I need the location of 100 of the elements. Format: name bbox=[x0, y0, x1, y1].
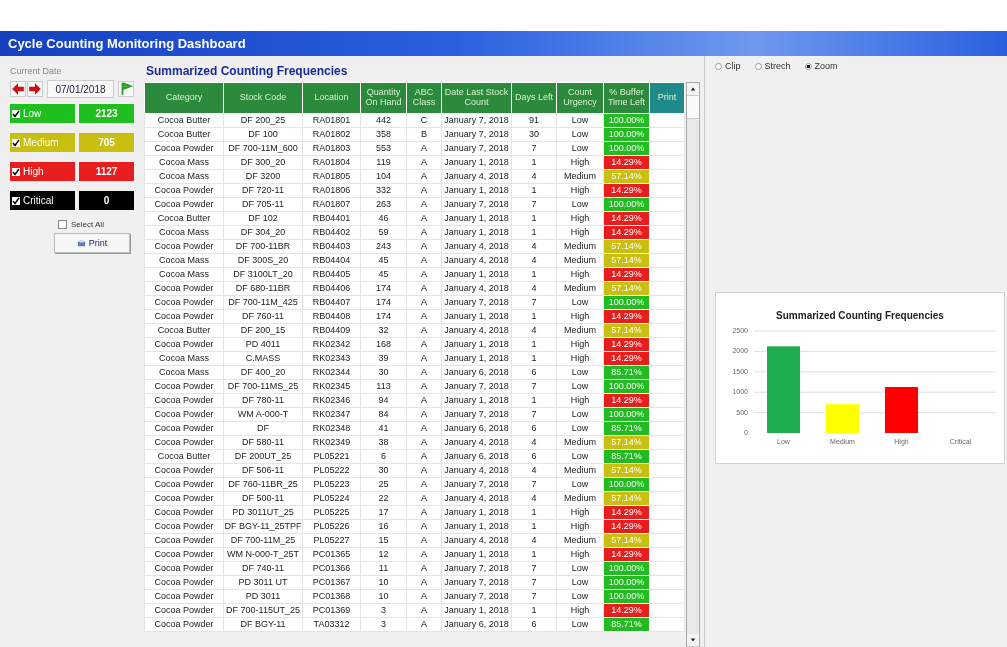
filter-label[interactable]: High bbox=[10, 162, 75, 181]
print-cell[interactable] bbox=[649, 239, 685, 254]
table-cell: A bbox=[406, 253, 442, 268]
select-all-checkbox[interactable] bbox=[58, 220, 67, 229]
print-cell[interactable] bbox=[649, 449, 685, 464]
column-header[interactable]: Days Left bbox=[511, 82, 557, 114]
table-cell: January 4, 2018 bbox=[441, 239, 512, 254]
print-cell[interactable] bbox=[649, 211, 685, 226]
table-cell: DF 760-11BR_25 bbox=[223, 477, 303, 492]
left-arrow-icon[interactable] bbox=[10, 81, 26, 97]
scroll-thumb[interactable] bbox=[687, 96, 699, 119]
column-header[interactable]: Count Urgency bbox=[556, 82, 604, 114]
print-cell[interactable] bbox=[649, 435, 685, 450]
print-cell[interactable] bbox=[649, 575, 685, 590]
table-cell: 25 bbox=[360, 477, 407, 492]
checkbox[interactable] bbox=[12, 138, 20, 147]
table-cell: DF 200UT_25 bbox=[223, 449, 303, 464]
table-cell: 1 bbox=[511, 225, 557, 240]
view-radio[interactable]: Strech bbox=[754, 60, 791, 72]
scrollbar[interactable] bbox=[686, 82, 700, 647]
flag-icon[interactable] bbox=[118, 81, 134, 97]
table-cell: PL05227 bbox=[302, 533, 361, 548]
table-cell: High bbox=[556, 393, 604, 408]
print-cell[interactable] bbox=[649, 533, 685, 548]
table-cell: Cocoa Powder bbox=[144, 295, 224, 310]
filter-label[interactable]: Low bbox=[10, 104, 75, 123]
table-cell: Cocoa Mass bbox=[144, 253, 224, 268]
table-cell: 6 bbox=[511, 365, 557, 380]
scroll-down-icon[interactable] bbox=[690, 637, 696, 643]
print-cell[interactable] bbox=[649, 407, 685, 422]
print-cell[interactable] bbox=[649, 603, 685, 618]
column-header[interactable]: Date Last Stock Count bbox=[441, 82, 512, 114]
print-cell[interactable] bbox=[649, 393, 685, 408]
print-cell[interactable] bbox=[649, 337, 685, 352]
checkbox[interactable] bbox=[12, 167, 20, 176]
table-cell: 10 bbox=[360, 575, 407, 590]
print-cell[interactable] bbox=[649, 197, 685, 212]
column-header[interactable]: ABC Class bbox=[406, 82, 442, 114]
table-cell: A bbox=[406, 491, 442, 506]
date-field[interactable]: 07/01/2018 bbox=[47, 80, 114, 98]
table-cell: January 1, 2018 bbox=[441, 351, 512, 366]
column-header[interactable]: Location bbox=[302, 82, 361, 114]
right-arrow-icon[interactable] bbox=[27, 81, 43, 97]
table-cell: January 7, 2018 bbox=[441, 575, 512, 590]
print-cell[interactable] bbox=[649, 141, 685, 156]
print-cell[interactable] bbox=[649, 267, 685, 282]
table-cell: Low bbox=[556, 561, 604, 576]
print-cell[interactable] bbox=[649, 477, 685, 492]
table-cell: A bbox=[406, 197, 442, 212]
print-cell[interactable] bbox=[649, 617, 685, 632]
table-cell: DF 200_25 bbox=[223, 113, 303, 128]
scroll-up-icon[interactable] bbox=[690, 86, 696, 92]
table-cell: RB04408 bbox=[302, 309, 361, 324]
table-cell: January 7, 2018 bbox=[441, 197, 512, 212]
print-cell[interactable] bbox=[649, 491, 685, 506]
table-cell: Medium bbox=[556, 491, 604, 506]
print-cell[interactable] bbox=[649, 295, 685, 310]
print-cell[interactable] bbox=[649, 323, 685, 338]
print-cell[interactable] bbox=[649, 589, 685, 604]
print-cell[interactable] bbox=[649, 519, 685, 534]
table-cell: High bbox=[556, 267, 604, 282]
table-cell: B bbox=[406, 127, 442, 142]
column-header[interactable]: Quantity On Hand bbox=[360, 82, 407, 114]
table-cell: Cocoa Powder bbox=[144, 561, 224, 576]
table-cell: A bbox=[406, 421, 442, 436]
print-cell[interactable] bbox=[649, 561, 685, 576]
column-header[interactable]: Print bbox=[649, 82, 685, 114]
print-cell[interactable] bbox=[649, 379, 685, 394]
view-radio[interactable]: Zoom bbox=[804, 60, 838, 72]
print-cell[interactable] bbox=[649, 547, 685, 562]
column-header[interactable]: Stock Code bbox=[223, 82, 303, 114]
table-cell: A bbox=[406, 477, 442, 492]
table-cell: DF BGY-11 bbox=[223, 617, 303, 632]
filter-label[interactable]: Critical bbox=[10, 191, 75, 210]
print-cell[interactable] bbox=[649, 225, 685, 240]
print-cell[interactable] bbox=[649, 253, 685, 268]
checkbox[interactable] bbox=[12, 196, 20, 205]
view-radio[interactable]: Clip bbox=[715, 60, 741, 72]
print-cell[interactable] bbox=[649, 155, 685, 170]
print-cell[interactable] bbox=[649, 113, 685, 128]
print-cell[interactable] bbox=[649, 421, 685, 436]
column-header[interactable]: % Buffer Time Left bbox=[603, 82, 650, 114]
print-cell[interactable] bbox=[649, 127, 685, 142]
filter-name: Medium bbox=[23, 137, 59, 148]
column-header[interactable]: Category bbox=[144, 82, 224, 114]
print-cell[interactable] bbox=[649, 281, 685, 296]
print-cell[interactable] bbox=[649, 351, 685, 366]
table-cell: 442 bbox=[360, 113, 407, 128]
print-button[interactable]: Print bbox=[54, 233, 130, 253]
table-cell: PD 3011 bbox=[223, 589, 303, 604]
checkbox[interactable] bbox=[12, 109, 20, 118]
print-cell[interactable] bbox=[649, 183, 685, 198]
table-cell: Low bbox=[556, 421, 604, 436]
print-cell[interactable] bbox=[649, 463, 685, 478]
table-cell: PL05224 bbox=[302, 491, 361, 506]
print-cell[interactable] bbox=[649, 169, 685, 184]
print-cell[interactable] bbox=[649, 365, 685, 380]
print-cell[interactable] bbox=[649, 505, 685, 520]
print-cell[interactable] bbox=[649, 309, 685, 324]
table-cell: RA01802 bbox=[302, 127, 361, 142]
